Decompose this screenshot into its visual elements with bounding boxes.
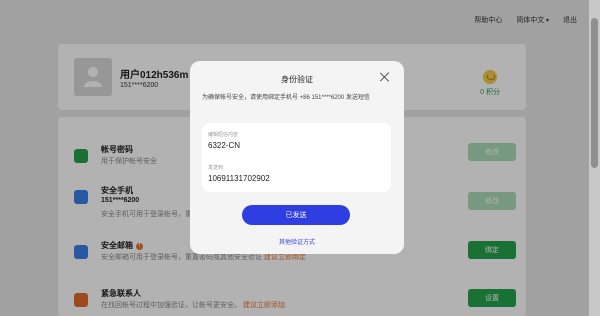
- other-methods-link[interactable]: 其他验证方式: [190, 237, 404, 246]
- scrollbar[interactable]: [589, 0, 600, 316]
- send-to-value: 10691131702902: [208, 174, 270, 183]
- sms-content-value: 6322-CN: [208, 141, 241, 150]
- sms-info-card: 编辑短信内容 6322-CN 发送到 10691131702902: [202, 123, 391, 192]
- sent-button[interactable]: 已发送: [242, 205, 350, 225]
- dialog-notice: 为确保帐号安全，请使用绑定手机号 +86 151****6200 发送短信: [202, 95, 370, 101]
- close-icon[interactable]: [380, 72, 390, 82]
- dialog-title: 身份验证: [281, 75, 313, 84]
- sms-content-label: 编辑短信内容: [208, 132, 239, 138]
- scrollbar-thumb[interactable]: [591, 18, 598, 168]
- verify-dialog: 身份验证 为确保帐号安全，请使用绑定手机号 +86 151****6200 发送…: [190, 61, 404, 254]
- send-to-label: 发送到: [208, 165, 224, 171]
